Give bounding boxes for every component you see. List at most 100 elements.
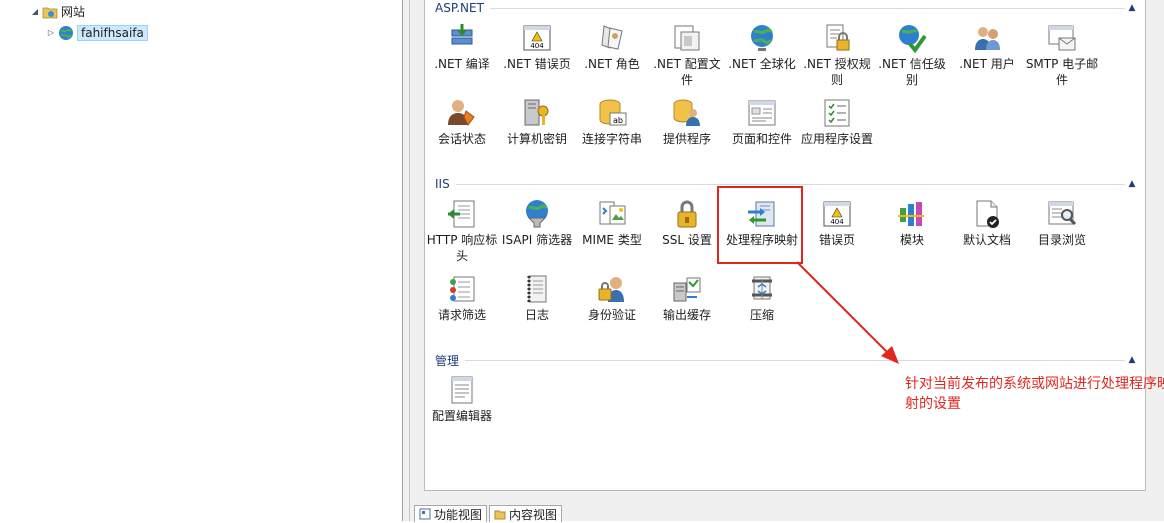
- feature-ssl-lock[interactable]: SSL 设置: [650, 198, 724, 248]
- group-header-management: 管理 ▲: [435, 352, 1139, 368]
- compile-icon: [451, 24, 473, 45]
- tab-content-view[interactable]: 内容视图: [489, 505, 563, 522]
- feature-app-settings[interactable]: 应用程序设置: [800, 97, 874, 147]
- feature-label: 输出缓存: [662, 308, 711, 322]
- feature-configuration-editor[interactable]: 配置编辑器: [425, 374, 499, 424]
- feature-label: 配置编辑器: [431, 409, 492, 423]
- feature-label: ISAPI 筛选器: [501, 233, 573, 247]
- tree-node-site-label: fahifhsaifa: [77, 24, 148, 41]
- pane-splitter[interactable]: [403, 0, 410, 521]
- group-title: ASP.NET: [435, 1, 484, 15]
- feature-label: .NET 全球化: [728, 57, 796, 71]
- feature-default-document[interactable]: 默认文档: [950, 198, 1024, 248]
- feature-label: 会话状态: [437, 132, 486, 146]
- feature-machine-key[interactable]: 计算机密钥: [500, 97, 574, 147]
- globe-icon: [751, 25, 773, 51]
- smtp-mail-icon: [1048, 25, 1076, 51]
- feature-session-state[interactable]: 会话状态: [425, 97, 499, 147]
- feature-isapi-filter[interactable]: ISAPI 筛选器: [500, 198, 574, 248]
- authentication-icon: [598, 277, 624, 302]
- view-tabs: 功能视图 内容视图: [414, 505, 563, 522]
- tab-features-view-label: 功能视图: [434, 507, 483, 522]
- feature-label: 日志: [524, 308, 549, 322]
- compression-icon: [752, 276, 772, 300]
- request-filtering-icon: [450, 276, 475, 302]
- tree-node-site[interactable]: ▷ fahifhsaifa: [46, 24, 148, 41]
- feature-authentication[interactable]: 身份验证: [575, 273, 649, 323]
- feature-authorization-lock[interactable]: .NET 授权规则: [800, 22, 874, 88]
- feature-directory-browsing[interactable]: 目录浏览: [1025, 198, 1099, 248]
- feature-providers[interactable]: 提供程序: [650, 97, 724, 147]
- tree-node-sites[interactable]: ◢ 网站: [30, 3, 85, 20]
- feature-label: .NET 信任级别: [878, 57, 946, 87]
- feature-users[interactable]: .NET 用户: [950, 22, 1024, 72]
- feature-logging[interactable]: 日志: [500, 273, 574, 323]
- error-page-404-icon: 404: [523, 25, 551, 51]
- feature-error-page-404[interactable]: 404 .NET 错误页: [500, 22, 574, 72]
- feature-label: 请求筛选: [437, 308, 486, 322]
- app-settings-icon: [824, 99, 850, 127]
- expand-arrow-icon[interactable]: ▷: [46, 28, 56, 37]
- roles-icon: [601, 25, 623, 50]
- feature-http-headers[interactable]: HTTP 响应标头: [425, 198, 499, 264]
- feature-label: 模块: [899, 233, 924, 247]
- tab-content-view-label: 内容视图: [509, 507, 558, 522]
- profile-icon: [674, 25, 700, 51]
- output-caching-icon: [673, 277, 701, 302]
- feature-label: 压缩: [749, 308, 774, 322]
- collapse-group-icon[interactable]: ▲: [1125, 3, 1139, 13]
- highlight-box: [717, 186, 803, 264]
- content-view-icon: [494, 510, 506, 520]
- feature-pages-controls[interactable]: 页面和控件: [725, 97, 799, 147]
- feature-roles[interactable]: .NET 角色: [575, 22, 649, 72]
- feature-output-caching[interactable]: 输出缓存: [650, 273, 724, 323]
- svg-text:ab: ab: [613, 116, 623, 125]
- configuration-editor-icon: [451, 376, 473, 404]
- connection-string-icon: ab: [599, 99, 627, 126]
- feature-label: .NET 错误页: [503, 57, 571, 71]
- feature-compile[interactable]: .NET 编译: [425, 22, 499, 72]
- feature-connection-string[interactable]: ab 连接字符串: [575, 97, 649, 147]
- trust-level-icon: [899, 25, 927, 54]
- group-title: IIS: [435, 177, 450, 191]
- providers-icon: [673, 99, 700, 126]
- logging-icon: [527, 275, 547, 303]
- tab-features-view[interactable]: 功能视图: [414, 505, 488, 522]
- feature-globe[interactable]: .NET 全球化: [725, 22, 799, 72]
- feature-label: .NET 编译: [434, 57, 490, 71]
- ssl-lock-icon: [677, 200, 697, 228]
- annotation-arrow: [796, 261, 899, 364]
- features-view-icon: [419, 508, 431, 520]
- feature-modules[interactable]: 模块: [875, 198, 949, 248]
- authorization-lock-icon: [826, 24, 850, 51]
- feature-label: SSL 设置: [662, 233, 712, 247]
- feature-profile[interactable]: .NET 配置文件: [650, 22, 724, 88]
- feature-label: HTTP 响应标头: [426, 233, 498, 263]
- feature-label: 连接字符串: [581, 132, 642, 146]
- collapse-arrow-icon[interactable]: ◢: [30, 7, 40, 16]
- feature-error-pages[interactable]: 404 错误页: [800, 198, 874, 248]
- feature-trust-level[interactable]: .NET 信任级别: [875, 22, 949, 88]
- users-icon: [975, 27, 1000, 50]
- feature-label: 计算机密钥: [506, 132, 567, 146]
- feature-label: 错误页: [818, 233, 855, 247]
- feature-label: .NET 配置文件: [653, 57, 721, 87]
- session-state-icon: [448, 100, 475, 126]
- feature-label: .NET 角色: [584, 57, 640, 71]
- svg-text:404: 404: [830, 218, 844, 226]
- feature-request-filtering[interactable]: 请求筛选: [425, 273, 499, 323]
- collapse-group-icon[interactable]: ▲: [1125, 179, 1139, 189]
- feature-label: 页面和控件: [731, 132, 792, 146]
- feature-smtp-mail[interactable]: SMTP 电子邮件: [1025, 22, 1099, 88]
- default-document-icon: [976, 200, 999, 228]
- group-title: 管理: [435, 353, 460, 368]
- svg-text:404: 404: [530, 42, 544, 50]
- feature-label: 提供程序: [662, 132, 711, 146]
- feature-compression[interactable]: 压缩: [725, 273, 799, 323]
- feature-label: .NET 用户: [959, 57, 1015, 71]
- feature-label: .NET 授权规则: [803, 57, 871, 87]
- collapse-group-icon[interactable]: ▲: [1125, 355, 1139, 365]
- feature-mime-types[interactable]: MIME 类型: [575, 198, 649, 248]
- pages-controls-icon: [748, 100, 776, 126]
- feature-label: MIME 类型: [582, 233, 642, 247]
